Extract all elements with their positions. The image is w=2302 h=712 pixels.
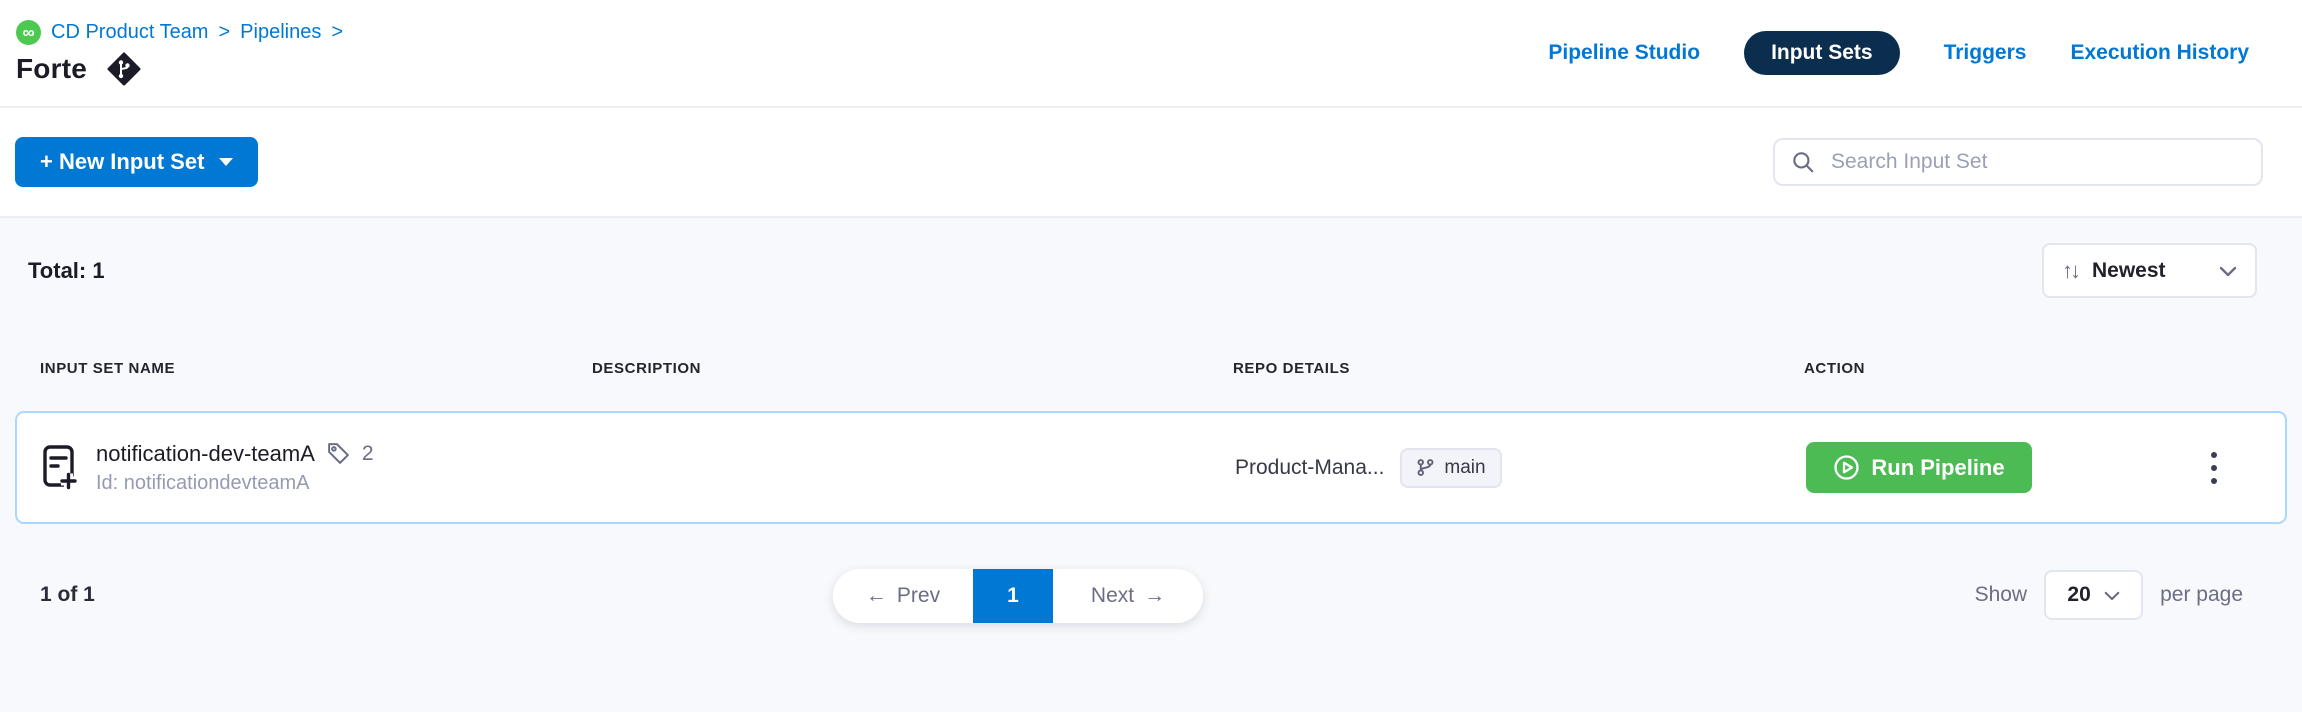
tab-execution-history[interactable]: Execution History: [2070, 41, 2249, 65]
breadcrumb-link-pipelines[interactable]: Pipelines: [240, 21, 321, 44]
git-branch-icon: [1416, 458, 1435, 477]
input-set-id: Id: notificationdevteamA: [96, 472, 374, 495]
row-menu-kebab-icon[interactable]: [2203, 444, 2225, 492]
pipeline-tabs: Pipeline Studio Input Sets Triggers Exec…: [1548, 31, 2249, 75]
input-sets-content: Total: 1 ↑↓ Newest INPUT SET NAME DESCRI…: [0, 218, 2302, 712]
tab-input-sets[interactable]: Input Sets: [1744, 31, 1900, 75]
action-cell: Run Pipeline: [1806, 442, 2225, 493]
cd-module-icon: ∞: [16, 20, 41, 45]
tag-count: 2: [362, 442, 374, 466]
input-sets-toolbar: + New Input Set: [0, 108, 2302, 218]
breadcrumb-link-project[interactable]: CD Product Team: [51, 21, 208, 44]
page-header: ∞ CD Product Team > Pipelines > Forte Pi…: [0, 0, 2302, 108]
tab-pipeline-studio[interactable]: Pipeline Studio: [1548, 41, 1700, 65]
new-input-set-button[interactable]: + New Input Set: [15, 137, 258, 187]
page-range-label: 1 of 1: [40, 583, 95, 607]
repo-details-cell: Product-Mana... main: [1235, 448, 1806, 488]
summary-row: Total: 1 ↑↓ Newest: [0, 218, 2302, 298]
search-input[interactable]: [1829, 149, 2246, 175]
sort-dropdown[interactable]: ↑↓ Newest: [2042, 243, 2257, 298]
pagination-row: 1 of 1 ← Prev 1 Next → Show 20 p: [0, 567, 2302, 623]
page-size-value: 20: [2067, 583, 2090, 607]
prev-label: Prev: [897, 584, 940, 608]
input-set-icon: [42, 444, 78, 492]
column-header-action: ACTION: [1804, 360, 2227, 377]
per-page-label: per page: [2160, 583, 2243, 607]
page-size-dropdown[interactable]: 20: [2044, 570, 2143, 620]
input-set-row[interactable]: notification-dev-teamA 2 Id: notificatio…: [15, 411, 2287, 524]
play-circle-icon: [1833, 454, 1860, 481]
caret-down-icon: [219, 158, 233, 166]
current-page-button[interactable]: 1: [973, 569, 1053, 623]
header-title-block: ∞ CD Product Team > Pipelines > Forte: [16, 20, 343, 86]
column-header-description: DESCRIPTION: [592, 360, 1233, 377]
branch-name: main: [1444, 457, 1485, 479]
run-pipeline-label: Run Pipeline: [1871, 455, 2004, 481]
branch-badge: main: [1400, 448, 1501, 488]
tab-triggers[interactable]: Triggers: [1944, 41, 2027, 65]
page-size-control: Show 20 per page: [1975, 570, 2243, 620]
search-icon: [1790, 149, 1816, 175]
pager: ← Prev 1 Next →: [833, 569, 1203, 623]
repo-name: Product-Mana...: [1235, 456, 1384, 480]
left-arrow-icon: ←: [866, 584, 887, 608]
breadcrumb-separator: >: [331, 21, 343, 44]
run-pipeline-button[interactable]: Run Pipeline: [1806, 442, 2032, 493]
right-arrow-icon: →: [1144, 584, 1165, 608]
total-count-label: Total: 1: [28, 258, 105, 284]
search-box: [1773, 138, 2263, 186]
next-page-button[interactable]: Next →: [1053, 569, 1203, 623]
next-label: Next: [1091, 584, 1134, 608]
sort-selected-value: Newest: [2092, 259, 2205, 283]
show-label: Show: [1975, 583, 2028, 607]
prev-page-button[interactable]: ← Prev: [833, 569, 973, 623]
column-header-repo-details: REPO DETAILS: [1233, 360, 1804, 377]
chevron-down-icon: [2104, 590, 2120, 601]
chevron-down-icon: [2219, 265, 2237, 277]
breadcrumb: ∞ CD Product Team > Pipelines >: [16, 20, 343, 45]
new-input-set-label: + New Input Set: [40, 149, 204, 175]
sort-icon: ↑↓: [2062, 258, 2078, 284]
git-diamond-icon: [107, 52, 141, 86]
table-header-row: INPUT SET NAME DESCRIPTION REPO DETAILS …: [0, 360, 2302, 377]
page-title: Forte: [16, 53, 87, 85]
tags-icon: [326, 441, 351, 466]
breadcrumb-separator: >: [218, 21, 230, 44]
column-header-input-set-name: INPUT SET NAME: [40, 360, 592, 377]
input-set-name: notification-dev-teamA: [96, 441, 315, 467]
